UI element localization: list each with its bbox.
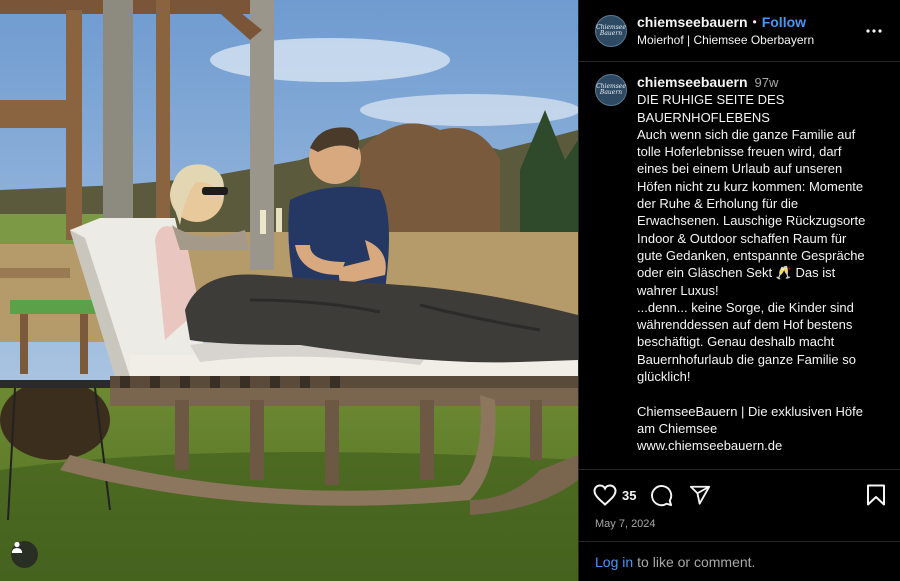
caption-line: wahrer Luxus! bbox=[637, 282, 719, 298]
login-link[interactable]: Log in bbox=[595, 554, 633, 570]
tagged-users-button[interactable] bbox=[11, 541, 38, 568]
avatar[interactable]: Chiemsee Bauern bbox=[595, 14, 627, 47]
caption-meta: chiemseebauern 97w bbox=[637, 74, 884, 91]
bookmark-icon bbox=[867, 484, 885, 506]
avatar-logo-text: Chiemsee Bauern bbox=[596, 83, 626, 96]
share-button[interactable] bbox=[689, 484, 711, 506]
more-horizontal-icon bbox=[866, 28, 882, 33]
caption-line: der Ruhe & Erholung für die bbox=[637, 196, 799, 212]
post-date[interactable]: May 7, 2024 bbox=[579, 518, 900, 530]
separator-dot: • bbox=[752, 14, 757, 29]
header-row: chiemseebauern • Follow bbox=[637, 14, 862, 31]
caption-line: oder ein Gläschen Sekt 🥂 Das ist bbox=[637, 265, 836, 281]
caption-line: ...denn... keine Sorge, die Kinder sind bbox=[637, 299, 854, 315]
caption-line: eines bei einem Urlaub auf unseren bbox=[637, 161, 843, 177]
caption-line: Indoor & Outdoor schaffen Raum für bbox=[637, 230, 847, 246]
location-link[interactable]: Moierhof | Chiemsee Oberbayern bbox=[637, 33, 862, 48]
post-photo[interactable] bbox=[0, 0, 578, 581]
comment-button[interactable] bbox=[650, 484, 673, 507]
caption-line: tolle Hoferlebnisse freuen wird, darf bbox=[637, 144, 842, 160]
follow-button[interactable]: Follow bbox=[762, 14, 806, 31]
caption-line: Bauernhofurlaub die ganze Familie so bbox=[637, 351, 856, 367]
post-side-panel: Chiemsee Bauern chiemseebauern • Follow … bbox=[578, 0, 900, 581]
caption-line: BAUERNHOFLEBENS bbox=[637, 109, 770, 125]
caption-line: währenddessen auf dem Hof bestens bbox=[637, 317, 853, 333]
login-prompt-text: to like or comment. bbox=[637, 553, 756, 570]
caption-line: glücklich! bbox=[637, 369, 691, 385]
caption-line: Erwachsenen. Lauschige Rückzugsorte bbox=[637, 213, 866, 229]
photo-scene bbox=[0, 0, 578, 581]
caption-line: am Chiemsee bbox=[637, 420, 718, 436]
user-icon bbox=[11, 541, 23, 553]
header-text: chiemseebauern • Follow Moierhof | Chiem… bbox=[637, 14, 862, 48]
caption: Chiemsee Bauern chiemseebauern 97w DIE R… bbox=[579, 62, 900, 455]
action-bar: 35 bbox=[579, 470, 900, 520]
caption-line: gute Gedanken, entspannte Gespräche bbox=[637, 247, 865, 263]
avatar-logo-text: Chiemsee Bauern bbox=[596, 23, 626, 37]
caption-timestamp[interactable]: 97w bbox=[755, 74, 779, 91]
like-button[interactable] bbox=[593, 484, 617, 506]
post-header: Chiemsee Bauern chiemseebauern • Follow … bbox=[579, 0, 900, 62]
more-options-button[interactable] bbox=[862, 19, 886, 43]
caption-avatar[interactable]: Chiemsee Bauern bbox=[595, 74, 627, 106]
caption-line: DIE RUHIGE SEITE DES bbox=[637, 92, 785, 108]
caption-website-link[interactable]: www.chiemseebauern.de bbox=[637, 437, 884, 454]
caption-line: Höfen nicht zu kurz kommen: Momente bbox=[637, 178, 864, 194]
username-link[interactable]: chiemseebauern bbox=[637, 14, 748, 31]
heart-icon bbox=[593, 484, 617, 506]
caption-line: beschäftigt. Genau deshalb macht bbox=[637, 334, 835, 350]
instagram-post-modal: Chiemsee Bauern chiemseebauern • Follow … bbox=[0, 0, 900, 581]
save-button[interactable] bbox=[866, 484, 886, 506]
caption-username[interactable]: chiemseebauern bbox=[637, 74, 748, 91]
send-icon bbox=[690, 485, 711, 505]
caption-body: chiemseebauern 97w DIE RUHIGE SEITE DES … bbox=[637, 74, 884, 455]
caption-line: ChiemseeBauern | Die exklusiven Höfe bbox=[637, 403, 863, 419]
login-prompt: Log in to like or comment. bbox=[579, 541, 900, 581]
caption-line: Auch wenn sich die ganze Familie auf bbox=[637, 126, 856, 142]
like-count[interactable]: 35 bbox=[622, 488, 636, 503]
comment-icon bbox=[651, 484, 673, 506]
post-actions: 35 May 7, 2024 bbox=[579, 469, 900, 530]
